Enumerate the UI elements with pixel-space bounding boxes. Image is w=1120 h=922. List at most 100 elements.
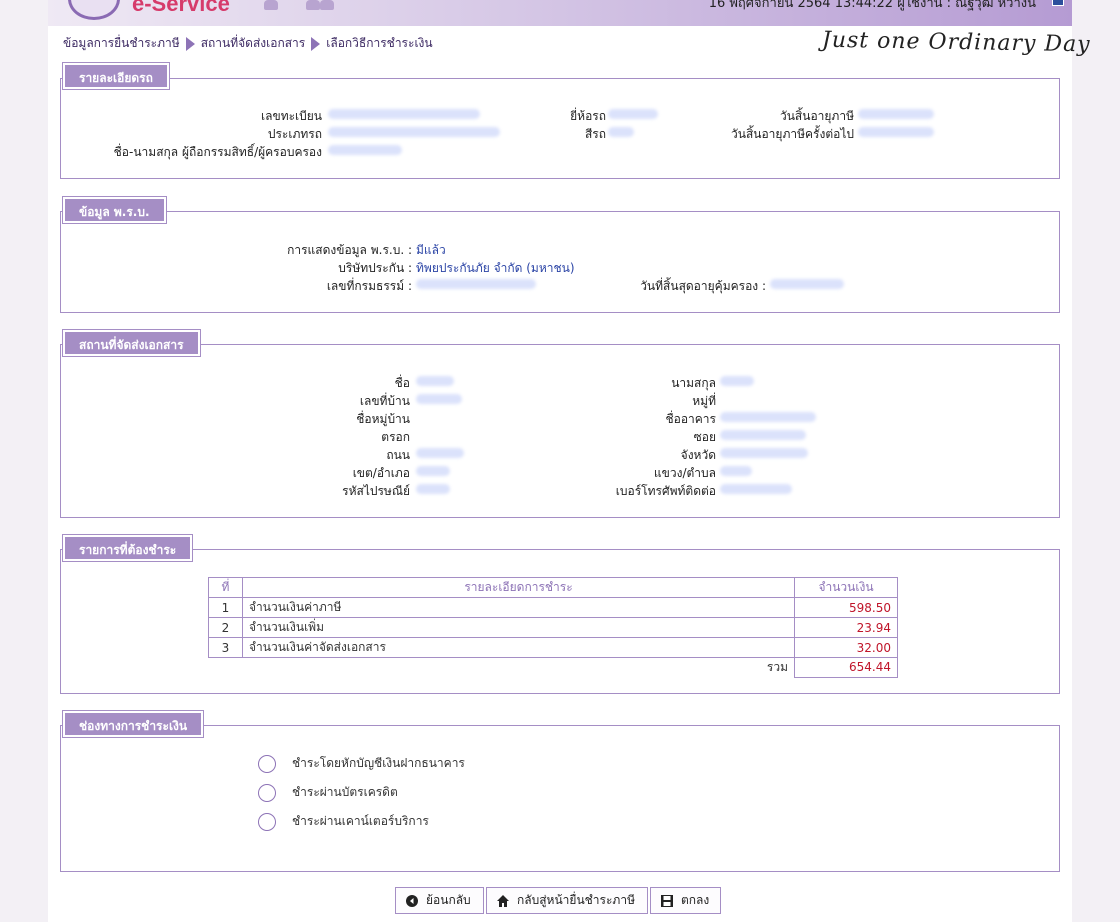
- insurance-display-value: มีแล้ว: [416, 243, 446, 257]
- ok-button[interactable]: ตกลง: [650, 887, 721, 914]
- tax-expiry-label: วันสิ้นอายุภาษี: [779, 109, 854, 123]
- ok-button-label: ตกลง: [681, 893, 710, 907]
- breadcrumb-item-delivery[interactable]: สถานที่จัดส่งเอกสาร: [201, 34, 306, 53]
- payment-option-counter[interactable]: ชำระผ่านเคาน์เตอร์บริการ: [258, 812, 429, 831]
- coverage-end-label: วันที่สิ้นสุดอายุคุ้มครอง :: [640, 279, 766, 293]
- panel-top-border: [61, 549, 1059, 550]
- back-button[interactable]: ย้อนกลับ: [395, 887, 484, 914]
- top-header-bar: e-Service 16 พฤศจิกายน 2564 13:44:22 ผู้…: [48, 0, 1072, 26]
- breadcrumb-arrow-icon: [311, 36, 321, 51]
- car-icon: [306, 0, 320, 10]
- road-value: [416, 448, 464, 458]
- delivery-panel-title: สถานที่จัดส่งเอกสาร: [62, 329, 201, 357]
- house-no-value: [416, 394, 462, 404]
- insurance-panel-title: ข้อมูล พ.ร.บ.: [62, 196, 167, 224]
- department-logo: [68, 0, 120, 20]
- payment-option-bank-label: ชำระโดยหักบัญชีเงินฝากธนาคาร: [292, 756, 465, 770]
- return-home-button-label: กลับสู่หน้ายื่นชำระภาษี: [517, 893, 635, 907]
- postcode-label: รหัสไปรษณีย์: [342, 484, 410, 498]
- radio-counter-service[interactable]: [258, 812, 276, 831]
- row-number: 1: [208, 597, 243, 618]
- building-value: [720, 412, 816, 422]
- insurance-display-label: การแสดงข้อมูล พ.ร.บ. :: [287, 243, 412, 257]
- payment-option-bank[interactable]: ชำระโดยหักบัญชีเงินฝากธนาคาร: [258, 754, 465, 773]
- color-value: [608, 127, 634, 137]
- next-tax-expiry-label: วันสิ้นอายุภาษีครั้งต่อไป: [731, 127, 854, 141]
- building-label: ชื่ออาคาร: [665, 412, 716, 426]
- table-header-row: ที่ รายละเอียดการชำระ จำนวนเงิน: [208, 577, 898, 598]
- payment-option-credit-card[interactable]: ชำระผ่านบัตรเครดิต: [258, 783, 398, 802]
- save-icon: [661, 894, 673, 907]
- name-label: ชื่อ: [394, 376, 410, 390]
- breadcrumb: ข้อมูลการยื่นชำระภาษี สถานที่จัดส่งเอกสา…: [63, 34, 433, 53]
- panel-top-border: [61, 725, 1059, 726]
- vehicle-panel-title: รายละเอียดรถ: [62, 62, 170, 90]
- insurance-company-value: ทิพยประกันภัย จำกัด (มหาชน): [416, 261, 575, 275]
- row-detail: จำนวนเงินเพิ่ม: [242, 617, 795, 638]
- column-header-no: ที่: [208, 577, 243, 598]
- panel-top-border: [61, 211, 1059, 212]
- table-row: 1 จำนวนเงินค่าภาษี 598.50: [208, 597, 898, 618]
- row-number: 3: [208, 637, 243, 658]
- panel-top-border: [61, 344, 1059, 345]
- total-amount: 654.44: [794, 657, 898, 678]
- brand-label: ยี่ห้อรถ: [570, 109, 606, 123]
- name-value: [416, 376, 454, 386]
- district-value: [416, 466, 450, 476]
- breadcrumb-item-tax-info[interactable]: ข้อมูลการยื่นชำระภาษี: [63, 34, 180, 53]
- house-no-label: เลขที่บ้าน: [359, 394, 410, 408]
- postcode-value: [416, 484, 450, 494]
- table-row: 2 จำนวนเงินเพิ่ม 23.94: [208, 617, 898, 638]
- return-home-button[interactable]: กลับสู่หน้ายื่นชำระภาษี: [486, 887, 648, 914]
- radio-bank-debit[interactable]: [258, 754, 276, 773]
- owner-value: [328, 145, 402, 155]
- table-row: 3 จำนวนเงินค่าจัดส่งเอกสาร 32.00: [208, 637, 898, 658]
- row-number: 2: [208, 617, 243, 638]
- car-icon: [320, 0, 334, 10]
- row-amount: 598.50: [794, 597, 898, 618]
- header-date-user: 16 พฤศจิกายน 2564 13:44:22 ผู้ใช้งาน : ณ…: [708, 0, 1036, 11]
- soi-label: ซอย: [693, 430, 716, 444]
- row-amount: 23.94: [794, 617, 898, 638]
- row-detail: จำนวนเงินค่าจัดส่งเอกสาร: [242, 637, 795, 658]
- payment-channel-panel-title: ช่องทางการชำระเงิน: [61, 710, 205, 738]
- car-icon: [264, 0, 278, 10]
- province-value: [720, 448, 808, 458]
- right-margin: [1072, 0, 1120, 922]
- plate-label: เลขทะเบียน: [261, 109, 322, 123]
- surname-label: นามสกุล: [671, 376, 716, 390]
- home-icon: [497, 894, 509, 907]
- breadcrumb-arrow-icon: [185, 36, 195, 51]
- next-tax-expiry-value: [858, 127, 934, 137]
- vehicle-type-label: ประเภทรถ: [267, 127, 322, 141]
- coverage-end-value: [770, 279, 844, 289]
- column-header-detail: รายละเอียดการชำระ: [242, 577, 795, 598]
- alley-label: ตรอก: [381, 430, 410, 444]
- province-label: จังหวัด: [680, 448, 716, 462]
- breadcrumb-item-payment-method: เลือกวิธีการชำระเงิน: [326, 36, 433, 50]
- radio-credit-card[interactable]: [258, 783, 276, 802]
- insurance-company-label: บริษัทประกัน :: [338, 261, 412, 275]
- payment-option-credit-card-label: ชำระผ่านบัตรเครดิต: [292, 785, 398, 799]
- vehicle-type-value: [328, 127, 500, 137]
- row-detail: จำนวนเงินค่าภาษี: [242, 597, 795, 618]
- phone-value: [720, 484, 792, 494]
- soi-value: [720, 430, 806, 440]
- subdistrict-value: [720, 466, 752, 476]
- owner-label: ชื่อ-นามสกุล ผู้ถือกรรมสิทธิ์/ผู้ครอบครอ…: [113, 145, 322, 159]
- signature-overlay: Just one Ordinary Day: [821, 27, 1091, 58]
- back-button-label: ย้อนกลับ: [426, 893, 471, 907]
- back-arrow-icon: [406, 894, 418, 907]
- village-label: ชื่อหมู่บ้าน: [356, 412, 410, 426]
- column-header-amount: จำนวนเงิน: [794, 577, 898, 598]
- road-label: ถนน: [386, 448, 410, 462]
- payment-items-panel-title: รายการที่ต้องชำระ: [61, 534, 194, 562]
- payment-items-table: ที่ รายละเอียดการชำระ จำนวนเงิน 1 จำนวนเ…: [208, 577, 898, 678]
- row-amount: 32.00: [794, 637, 898, 658]
- logout-icon[interactable]: [1052, 0, 1064, 6]
- eservice-logo-text: e-Service: [132, 0, 230, 16]
- tax-expiry-value: [858, 109, 934, 119]
- subdistrict-label: แขวง/ตำบล: [653, 466, 716, 480]
- policy-number-value: [416, 279, 536, 289]
- district-label: เขต/อำเภอ: [352, 466, 410, 480]
